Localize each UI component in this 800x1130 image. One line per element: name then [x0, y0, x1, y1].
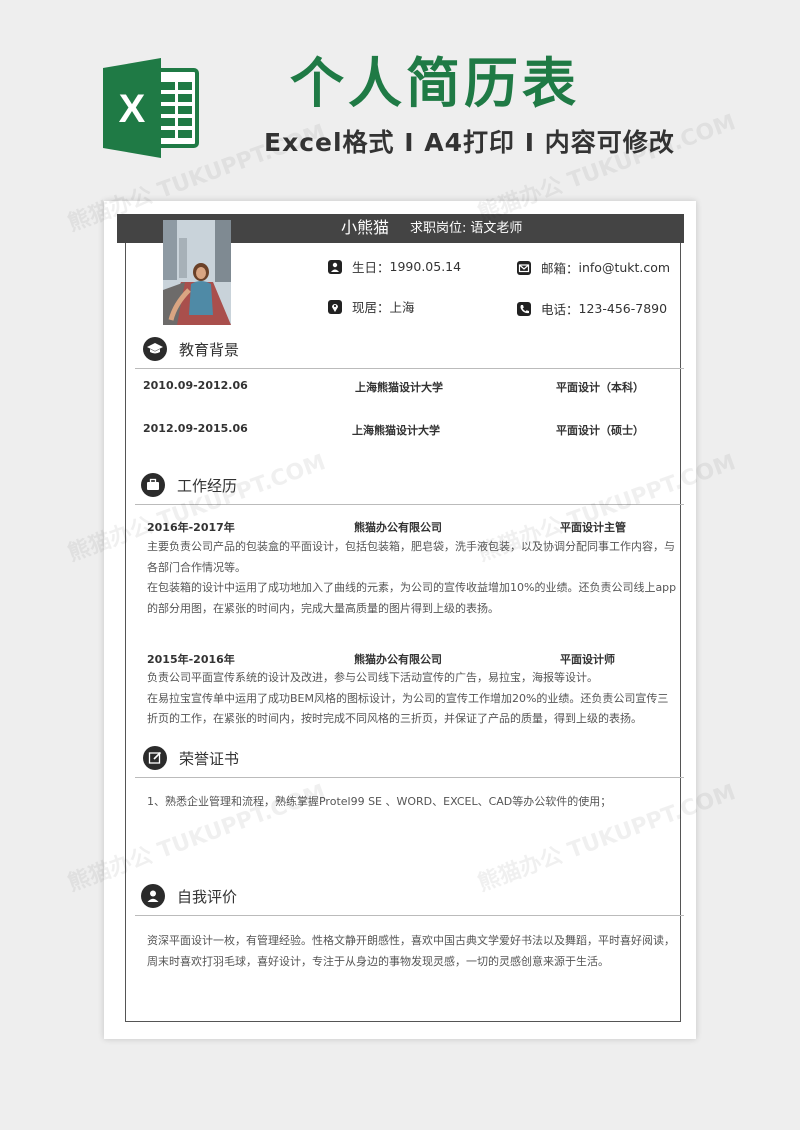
graduation-cap-icon: [143, 337, 167, 361]
birth-value: 1990.05.14: [389, 259, 462, 274]
work-desc-2: 负责公司平面宣传系统的设计及改进，参与公司线下活动宣传的广告，易拉宝，海报等设计…: [147, 668, 677, 730]
location-pin-icon: [328, 299, 342, 314]
residence-value: 上海: [389, 300, 415, 315]
work-desc-line: 主要负责公司产品的包装盒的平面设计，包括包装箱，肥皂袋，洗手液包装，以及协调分配…: [147, 540, 675, 574]
self-eval-text: 资深平面设计一枚，有管理经验。性格文静开朗感性，喜欢中国古典文学爱好书法以及舞蹈…: [147, 934, 675, 968]
phone-icon: [517, 301, 531, 316]
excel-logo-icon: X: [103, 58, 199, 158]
work-company-1: 熊猫办公有限公司: [354, 521, 442, 534]
banner-title: 个人简历表: [290, 52, 580, 115]
work-period-2: 2015年-2016年: [147, 653, 235, 666]
candidate-name: 小熊猫: [341, 218, 390, 237]
work-desc-1: 主要负责公司产品的包装盒的平面设计，包括包装箱，肥皂袋，洗手液包装，以及协调分配…: [147, 537, 677, 619]
info-residence: 现居： 上海: [328, 297, 415, 316]
self-eval-divider: [135, 915, 684, 916]
residence-label: 现居：: [352, 300, 390, 315]
edu-major-2: 平面设计（硕士）: [556, 424, 644, 437]
briefcase-icon: [141, 473, 165, 497]
section-education: 教育背景: [143, 337, 239, 361]
self-eval-title: 自我评价: [177, 887, 238, 906]
work-position-1: 平面设计主管: [560, 521, 626, 534]
phone-value: 123-456-7890: [578, 301, 668, 316]
edu-school-1: 上海熊猫设计大学: [355, 381, 443, 394]
work-title: 工作经历: [177, 476, 238, 495]
work-divider: [135, 504, 684, 505]
honors-text: 1、熟悉企业管理和流程，熟练掌握Protel99 SE 、WORD、EXCEL、…: [147, 795, 612, 808]
section-self-eval: 自我评价: [141, 884, 237, 908]
email-value: info@tukt.com: [578, 260, 671, 275]
birth-label: 生日：: [352, 260, 390, 275]
job-label: 求职岗位:: [410, 221, 467, 236]
section-honors: 荣誉证书: [143, 746, 239, 770]
education-divider: [135, 368, 684, 369]
person-icon: [328, 259, 342, 274]
info-phone: 电话： 123-456-7890: [517, 299, 667, 318]
job-target: 求职岗位: 语文老师: [410, 220, 522, 238]
user-icon: [141, 884, 165, 908]
work-desc-line: 在易拉宝宣传单中运用了成功BEM风格的图标设计，为公司的宣传工作增加20%的业绩…: [147, 691, 669, 726]
edit-icon: [143, 746, 167, 770]
edu-period-1: 2010.09-2012.06: [143, 379, 248, 392]
honors-title: 荣誉证书: [179, 749, 240, 768]
mail-icon: [517, 260, 531, 275]
edu-school-2: 上海熊猫设计大学: [352, 424, 440, 437]
excel-logo-letter: X: [119, 87, 146, 131]
edu-period-2: 2012.09-2015.06: [143, 422, 248, 435]
education-title: 教育背景: [179, 340, 240, 359]
work-period-1: 2016年-2017年: [147, 521, 235, 534]
job-value: 语文老师: [470, 221, 523, 236]
edu-major-1: 平面设计（本科）: [556, 381, 644, 394]
banner-subtitle: Excel格式 I A4打印 I 内容可修改: [264, 128, 675, 157]
work-desc-line: 在包装箱的设计中运用了成功地加入了曲线的元素，为公司的宣传收益增加10%的业绩。…: [147, 581, 677, 615]
email-label: 邮箱：: [541, 261, 579, 276]
section-work: 工作经历: [141, 473, 237, 497]
info-birth: 生日： 1990.05.14: [328, 257, 461, 276]
work-company-2: 熊猫办公有限公司: [354, 653, 442, 666]
honors-divider: [135, 777, 684, 778]
info-email: 邮箱： info@tukt.com: [517, 258, 670, 277]
profile-photo: [163, 220, 231, 325]
work-position-2: 平面设计师: [560, 653, 615, 666]
phone-label: 电话：: [541, 302, 579, 317]
work-desc-line: 负责公司平面宣传系统的设计及改进，参与公司线下活动宣传的广告，易拉宝，海报等设计…: [147, 671, 598, 684]
